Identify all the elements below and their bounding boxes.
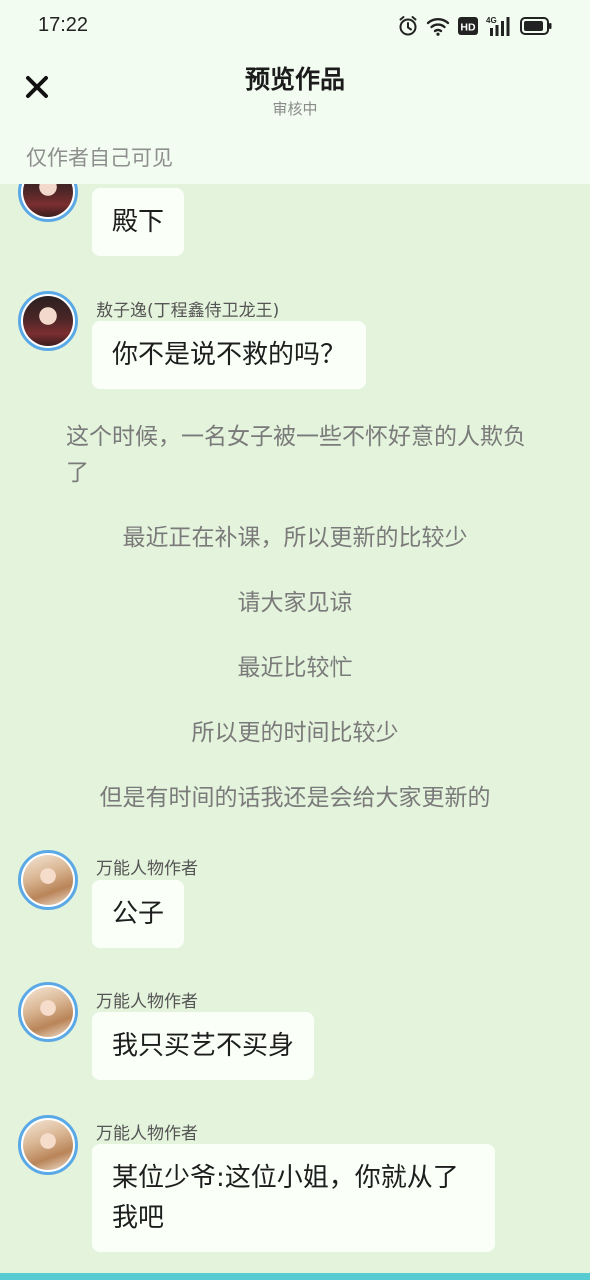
svg-text:4G: 4G — [486, 16, 497, 25]
speaker-name: 万能人物作者 — [96, 859, 198, 879]
bottom-accent-bar — [0, 1273, 590, 1280]
visibility-notice-text: 仅作者自己可见 — [26, 146, 173, 170]
status-icons: HD 4G — [398, 14, 552, 38]
wifi-icon — [426, 16, 450, 36]
message-bubble: 公子 — [92, 880, 185, 948]
message-bubble: 你不是说不救的吗？ — [92, 321, 367, 389]
svg-text:HD: HD — [460, 22, 476, 34]
review-status: 审核中 — [272, 100, 318, 118]
status-bar: 17:22 HD 4G — [0, 0, 590, 52]
status-time: 17:22 — [38, 14, 89, 36]
avatar[interactable] — [18, 291, 78, 351]
alarm-icon — [398, 15, 418, 37]
narration-text: 但是有时间的话我还是会给大家更新的 — [99, 785, 491, 811]
message-bubble: 我只买艺不买身 — [92, 1012, 315, 1080]
avatar[interactable] — [18, 1115, 78, 1175]
avatar[interactable] — [18, 850, 78, 910]
story-content[interactable]: 殿下 敖子逸(丁程鑫侍卫龙王) 你不是说不救的吗？ 这个时候，一名女子被一些不怀… — [0, 184, 590, 1280]
header: 预览作品 审核中 — [0, 52, 590, 132]
avatar[interactable] — [18, 184, 78, 222]
avatar[interactable] — [18, 982, 78, 1042]
4g-signal-icon: 4G — [486, 15, 512, 37]
message-bubble: 殿下 — [92, 188, 185, 256]
page-title: 预览作品 — [244, 65, 345, 94]
narration-text: 所以更的时间比较少 — [191, 720, 399, 746]
narration-text: 最近正在补课，所以更新的比较少 — [122, 525, 468, 551]
narration-text: 这个时候，一名女子被一些不怀好意的人欺负了 — [66, 424, 526, 486]
speaker-name: 敖子逸(丁程鑫侍卫龙王) — [96, 301, 280, 321]
battery-icon — [520, 17, 552, 35]
message-bubble: 某位少爷:这位小姐，你就从了我吧 — [92, 1144, 495, 1252]
speaker-name: 万能人物作者 — [96, 1124, 198, 1144]
visibility-notice: 仅作者自己可见 — [0, 132, 590, 184]
hd-icon: HD — [458, 16, 478, 36]
narration-text: 最近比较忙 — [237, 655, 353, 681]
narration-text: 请大家见谅 — [237, 590, 353, 616]
speaker-name: 万能人物作者 — [96, 992, 198, 1012]
